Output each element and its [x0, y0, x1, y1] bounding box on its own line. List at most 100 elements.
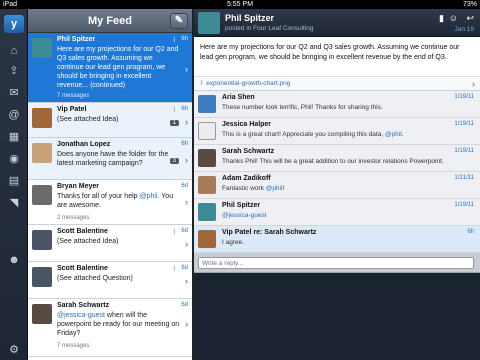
chevron-right-icon: ›	[185, 197, 188, 207]
feed-item-author: Bryan Meyer	[57, 183, 100, 190]
status-bar: iPad 5:55 PM 73%	[0, 0, 480, 9]
feed-item[interactable]: Vip Patel ⌇ 6h (See attached Idea) 1 ›	[28, 103, 192, 138]
feed-item-time: 6d	[181, 183, 188, 189]
feed-item[interactable]: Bryan Meyer 6d Thanks for all of your he…	[28, 180, 192, 225]
feed-item-time: 6h	[181, 141, 188, 147]
thread-header: Phil Spitzer posted in Four Leaf Consult…	[194, 9, 480, 37]
feed-item-time: 6d	[181, 302, 188, 308]
avatar	[198, 176, 216, 194]
feed-item-author: Scott Balentine	[57, 265, 108, 272]
feed-item-text: Here are my projections for our Q2 and Q…	[57, 46, 179, 89]
feed-item-time: 6h	[181, 36, 188, 42]
paperclip-icon: ⌇	[172, 229, 176, 236]
feed-pane: My Feed ✎ Phil Spitzer ⌇ 6h Here are my …	[28, 9, 193, 360]
reply-item[interactable]: Adam Zadikoff 1/21/11 Fantastic work @ph…	[194, 172, 480, 199]
avatar	[198, 203, 216, 221]
chevron-right-icon: ›	[185, 117, 188, 127]
at-icon[interactable]: @	[6, 109, 22, 122]
mention-link[interactable]: @phil	[266, 185, 283, 192]
reply-author: Adam Zadikoff	[222, 175, 271, 182]
attachment-row[interactable]: ⌇ exponential-growth-chart.png ›	[194, 76, 480, 90]
feed-item-text: Thanks for all of your help @phil. You a…	[57, 193, 174, 209]
feed-item-text: (See attached Question)	[57, 275, 133, 282]
groups-icon[interactable]: ▦	[6, 131, 22, 144]
avatar	[32, 38, 52, 58]
reply-item[interactable]: Aria Shen 1/19/11 These number look terr…	[194, 91, 480, 118]
feed-item-text: Does anyone have the folder for the late…	[57, 151, 169, 167]
mention-link[interactable]: @jessica-guest	[57, 312, 105, 319]
feed-item-text: (See attached Idea)	[57, 116, 119, 123]
feed-item-author: Vip Patel	[57, 106, 87, 113]
mention-link[interactable]: @phil	[140, 193, 158, 200]
avatar	[198, 122, 216, 140]
feed-item-author: Phil Spitzer	[57, 36, 96, 43]
feed-item-time: 6d	[181, 265, 188, 271]
thread-author[interactable]: Phil Spitzer	[225, 13, 274, 23]
reply-time: 1/19/11	[454, 94, 474, 100]
reply-item[interactable]: Sarah Schwartz 1/19/11 Thanks Phil! This…	[194, 145, 480, 172]
feed-item-author: Sarah Schwartz	[57, 302, 110, 309]
attachment-name[interactable]: exponential-growth-chart.png	[206, 80, 290, 87]
feed-title: My Feed	[87, 15, 132, 27]
mention-link[interactable]: @phil	[385, 131, 402, 138]
reply-text: @jessica-guest	[222, 212, 267, 219]
message-count: 2 messages	[57, 215, 90, 221]
upload-icon[interactable]: ⇪	[6, 65, 22, 78]
thread-group[interactable]: posted in Four Leaf Consulting	[225, 25, 314, 32]
reply-text: These number look terrific, Phil! Thanks…	[222, 104, 383, 111]
yammer-logo[interactable]: y	[4, 15, 24, 33]
feed-item[interactable]: Sarah Schwartz 6d @jessica-guest when wi…	[28, 299, 192, 357]
reply-time: 6h	[467, 229, 474, 235]
reply-item[interactable]: Jessica Halper 1/19/11 This is a great c…	[194, 118, 480, 145]
avatar	[32, 108, 52, 128]
reply-item[interactable]: Vip Patel re: Sarah Schwartz 6h I agree.	[194, 226, 480, 253]
compose-button[interactable]: ✎	[170, 13, 188, 29]
feed-item-author: Jonathan Lopez	[57, 141, 111, 148]
reply-time: 1/19/11	[454, 148, 474, 154]
feed-item[interactable]: Phil Spitzer ⌇ 6h Here are my projection…	[28, 33, 192, 103]
feed-item-time: 6d	[181, 228, 188, 234]
smiley-icon[interactable]: ☺	[449, 13, 458, 23]
avatar	[198, 95, 216, 113]
rss-icon[interactable]: ◥	[6, 197, 22, 210]
reply-time: 1/21/11	[454, 175, 474, 181]
nav-rail: y ⌂ ⇪ ✉ @ ▦ ◉ ▤ ◥ ☻ ⚙	[0, 9, 28, 360]
feed-item-text: @jessica-guest when will the powerpoint …	[57, 312, 180, 337]
unread-count-badge: 3	[169, 158, 179, 164]
directory-icon[interactable]: ▤	[6, 175, 22, 188]
reply-time: 1/19/11	[454, 121, 474, 127]
bookmark-icon[interactable]: ▮	[439, 13, 444, 24]
message-count: 7 messages	[57, 343, 90, 349]
chevron-right-icon: ›	[185, 64, 188, 74]
feed-item[interactable]: Scott Balentine ⌇ 6d (See attached Quest…	[28, 262, 192, 299]
avatar	[198, 12, 220, 34]
reply-author: Jessica Halper	[222, 121, 272, 128]
chevron-right-icon: ›	[185, 155, 188, 165]
settings-icon[interactable]: ⚙	[6, 344, 22, 357]
reply-item[interactable]: Phil Spitzer 1/19/11 @jessica-guest	[194, 199, 480, 226]
avatar	[32, 230, 52, 250]
paperclip-icon: ⌇	[200, 80, 204, 87]
battery-indicator: 73%	[462, 1, 477, 8]
globe-icon[interactable]: ◉	[6, 153, 22, 166]
post-body: Here are my projections for our Q2 and Q…	[200, 44, 460, 61]
message-count: 7 messages	[57, 93, 90, 99]
feed-item-author: Scott Balentine	[57, 228, 108, 235]
thread-date: Jan 19	[454, 26, 474, 33]
feed-item[interactable]: Jonathan Lopez 6h Does anyone have the f…	[28, 138, 192, 180]
chevron-right-icon: ›	[472, 79, 475, 89]
mention-link[interactable]: @jessica-guest	[222, 212, 267, 219]
reply-text: Thanks Phil! This will be a great additi…	[222, 158, 444, 165]
reply-icon[interactable]: ↩	[466, 13, 474, 24]
original-post: Here are my projections for our Q2 and Q…	[194, 37, 480, 91]
thread-pane: Phil Spitzer posted in Four Leaf Consult…	[194, 9, 480, 360]
reply-input[interactable]	[198, 257, 474, 269]
chevron-right-icon: ›	[185, 239, 188, 249]
home-icon[interactable]: ⌂	[6, 45, 22, 58]
chevron-right-icon: ›	[185, 319, 188, 329]
unread-count-badge: 1	[169, 120, 179, 126]
people-icon[interactable]: ☻	[6, 254, 22, 267]
inbox-icon[interactable]: ✉	[6, 87, 22, 100]
feed-item[interactable]: Scott Balentine ⌇ 6d (See attached Idea)…	[28, 225, 192, 262]
reply-author: Aria Shen	[222, 94, 255, 101]
